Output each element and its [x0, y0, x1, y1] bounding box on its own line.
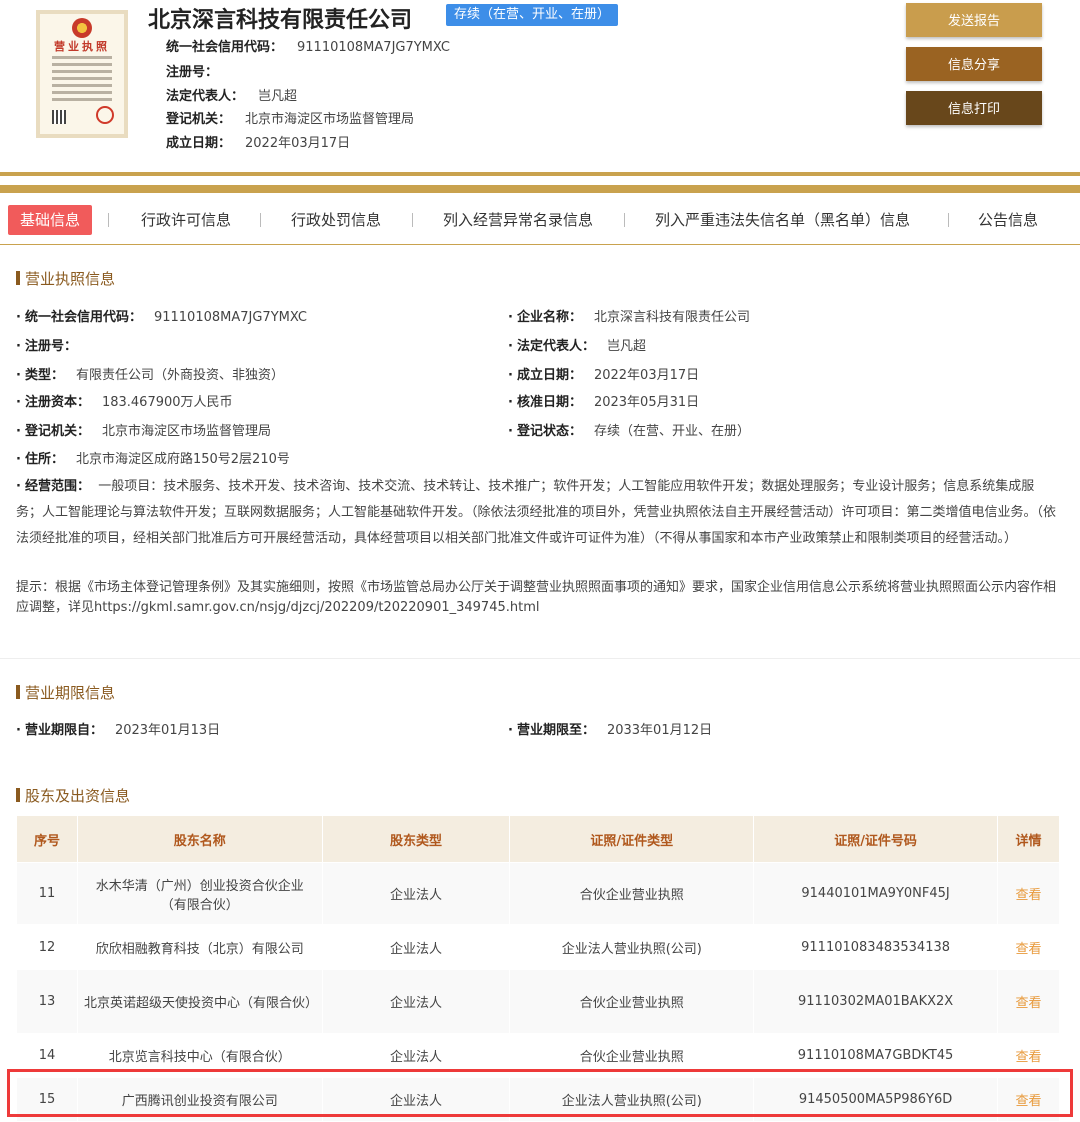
tab-admin-penalty[interactable]: 行政处罚信息: [291, 205, 381, 235]
field-type: · 类型： 有限责任公司（外商投资、非独资）: [16, 368, 284, 383]
header-divider: [0, 172, 1080, 176]
company-header: 营业执照 北京深言科技有限责任公司 存续（在营、开业、在册） 统一社会信用代码：…: [0, 0, 1080, 172]
field-term-from: · 营业期限自： 2023年01月13日: [16, 723, 221, 738]
field-approved: · 核准日期： 2023年05月31日: [508, 395, 700, 410]
field-legal-rep: · 法定代表人： 岂凡超: [508, 339, 646, 354]
seal-icon: [96, 106, 114, 124]
table-row: 11 水木华清（广州）创业投资合伙企业（有限合伙） 企业法人 合伙企业营业执照 …: [16, 862, 1060, 925]
cell-name: 水木华清（广州）创业投资合伙企业（有限合伙）: [76, 862, 323, 925]
license-text-lines: [52, 56, 112, 105]
print-button[interactable]: 信息打印: [906, 91, 1042, 125]
notice-tip: 提示：根据《市场主体登记管理条例》及其实施细则，按照《市场监管总局办公厅关于调整…: [16, 580, 1057, 615]
tab-separator: [412, 213, 413, 227]
col-cert-type: 证照/证件类型: [509, 815, 755, 863]
cell-type: 企业法人: [321, 969, 511, 1034]
table-header-row: 序号 股东名称 股东类型 证照/证件类型 证照/证件号码 详情: [16, 815, 1060, 863]
tab-blacklist[interactable]: 列入严重违法失信名单（黑名单）信息: [655, 205, 910, 235]
tab-separator: [948, 213, 949, 227]
field-capital: · 注册资本： 183.467900万人民币: [16, 395, 233, 410]
col-name: 股东名称: [76, 815, 323, 863]
status-badge: 存续（在营、开业、在册）: [446, 4, 619, 26]
term-section-title: 营业期限信息: [16, 682, 115, 703]
cell-no: 12: [16, 924, 78, 970]
cell-no: 11: [16, 862, 78, 925]
tab-abnormal-list[interactable]: 列入经营异常名录信息: [443, 205, 593, 235]
tab-basic-info[interactable]: 基础信息: [8, 205, 93, 235]
cell-type: 企业法人: [321, 924, 511, 970]
field-reg-status: · 登记状态： 存续（在营、开业、在册）: [508, 424, 750, 439]
cell-cert-type: 合伙企业营业执照: [509, 862, 755, 925]
section-bar-icon: [16, 271, 20, 285]
table-row: 13 北京英诺超级天使投资中心（有限合伙） 企业法人 合伙企业营业执照 9111…: [16, 969, 1060, 1034]
tab-separator: [624, 213, 625, 227]
cell-cert-type: 合伙企业营业执照: [509, 969, 755, 1034]
header-reg-no: 注册号：: [166, 65, 219, 80]
tab-admin-license[interactable]: 行政许可信息: [141, 205, 231, 235]
section-bar-icon: [16, 788, 20, 802]
tab-separator: [260, 213, 261, 227]
company-name: 北京深言科技有限责任公司: [148, 8, 413, 33]
tab-bar: 基础信息 行政许可信息 行政处罚信息 列入经营异常名录信息 列入严重违法失信名单…: [0, 200, 1080, 240]
col-no: 序号: [16, 815, 78, 863]
header-established: 成立日期： 2022年03月17日: [166, 136, 351, 151]
field-address: · 住所： 北京市海淀区成府路150号2层210号: [16, 452, 290, 467]
header-band: [0, 185, 1080, 193]
field-credit-code: · 统一社会信用代码： 91110108MA7JG7YMXC: [16, 310, 307, 325]
col-type: 股东类型: [321, 815, 511, 863]
tab-separator: [108, 213, 109, 227]
tabs-underline: [0, 244, 1080, 245]
holders-section-title: 股东及出资信息: [16, 785, 130, 806]
highlight-box: [7, 1069, 1073, 1117]
view-detail-link[interactable]: 查看: [997, 862, 1060, 925]
business-license-image[interactable]: 营业执照: [36, 10, 128, 138]
license-thumb-title: 营业执照: [54, 40, 110, 53]
field-reg-no: · 注册号：: [16, 339, 77, 354]
field-term-to: · 营业期限至： 2033年01月12日: [508, 723, 713, 738]
cell-name: 欣欣相融教育科技（北京）有限公司: [76, 924, 323, 970]
cell-name: 北京英诺超级天使投资中心（有限合伙）: [76, 969, 323, 1034]
cell-no: 13: [16, 969, 78, 1034]
section-divider: [0, 658, 1080, 659]
cell-cert-type: 企业法人营业执照(公司): [509, 924, 755, 970]
cell-cert-no: 91110108348353413​8: [753, 924, 999, 970]
header-legal-rep: 法定代表人： 岂凡超: [166, 89, 298, 104]
header-credit-code: 统一社会信用代码： 91110108MA7JG7YMXC: [166, 40, 450, 55]
qr-code-icon: [52, 110, 66, 124]
view-detail-link[interactable]: 查看: [997, 924, 1060, 970]
table-row: 12 欣欣相融教育科技（北京）有限公司 企业法人 企业法人营业执照(公司) 91…: [16, 924, 1060, 970]
header-authority: 登记机关： 北京市海淀区市场监督管理局: [166, 112, 415, 127]
cell-cert-no: 91110302MA01BAKX2X: [753, 969, 999, 1034]
license-section-title: 营业执照信息: [16, 268, 115, 289]
field-company-name: · 企业名称： 北京深言科技有限责任公司: [508, 310, 750, 325]
field-established: · 成立日期： 2022年03月17日: [508, 368, 700, 383]
col-detail: 详情: [997, 815, 1060, 863]
field-authority: · 登记机关： 北京市海淀区市场监督管理局: [16, 424, 271, 439]
business-scope: · 经营范围： 一般项目：技术服务、技术开发、技术咨询、技术交流、技术转让、技术推…: [16, 479, 1057, 546]
national-emblem-icon: [72, 18, 92, 38]
tab-announcements[interactable]: 公告信息: [978, 205, 1038, 235]
col-cert-no: 证照/证件号码: [753, 815, 999, 863]
share-button[interactable]: 信息分享: [906, 47, 1042, 81]
cell-cert-no: 91440101MA9Y0NF45J: [753, 862, 999, 925]
cell-type: 企业法人: [321, 862, 511, 925]
send-report-button[interactable]: 发送报告: [906, 3, 1042, 37]
section-bar-icon: [16, 685, 20, 699]
view-detail-link[interactable]: 查看: [997, 969, 1060, 1034]
